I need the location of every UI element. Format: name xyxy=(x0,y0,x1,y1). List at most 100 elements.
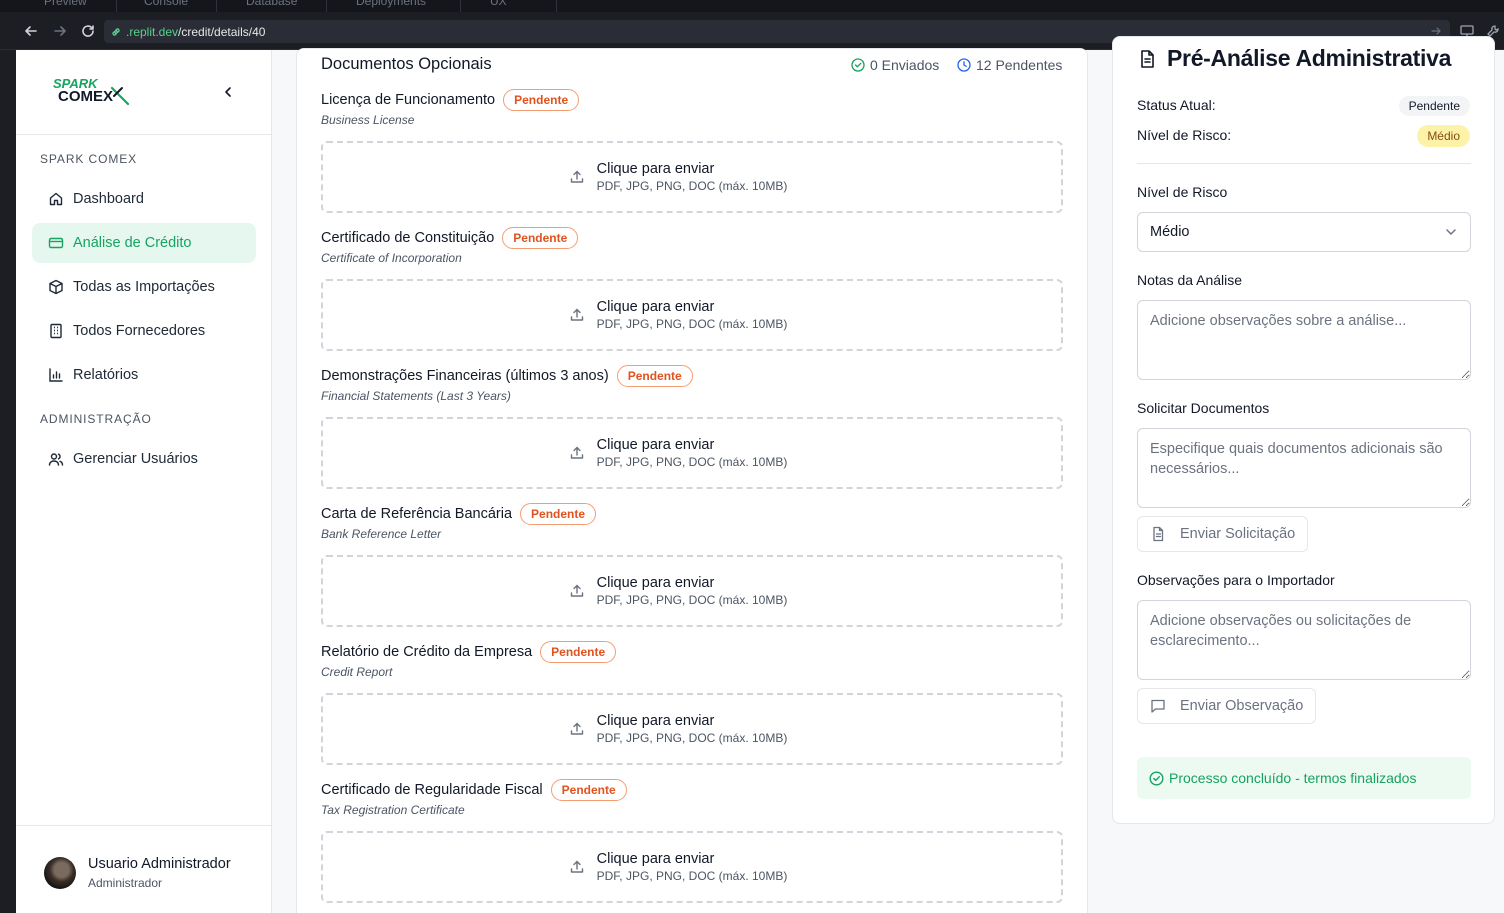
app-root: SPARK COMEX SPARK COMEX Dashboard Anális… xyxy=(16,36,1504,913)
upload-icon xyxy=(570,308,583,321)
upload-dropzone[interactable]: Clique para enviar PDF, JPG, PNG, DOC (má… xyxy=(321,417,1063,489)
observations-textarea[interactable] xyxy=(1137,600,1471,680)
tab-database[interactable]: Database xyxy=(246,0,297,12)
upload-hint: PDF, JPG, PNG, DOC (máx. 10MB) xyxy=(596,869,788,883)
request-documents-textarea[interactable] xyxy=(1137,428,1471,508)
logo-area: SPARK COMEX xyxy=(16,50,272,135)
sidebar-item-label: Todos Fornecedores xyxy=(73,323,206,339)
tab-console[interactable]: Console xyxy=(144,0,188,12)
sidebar-item-label: Dashboard xyxy=(73,191,144,207)
document-subtitle: Certificate of Incorporation xyxy=(321,251,462,265)
success-text: Processo concluído - termos finalizados xyxy=(1169,770,1417,786)
status-badge: Pendente xyxy=(616,365,693,387)
upload-text: Clique para enviar xyxy=(596,161,715,177)
arrow-right-icon xyxy=(54,26,66,36)
upload-dropzone[interactable]: Clique para enviar PDF, JPG, PNG, DOC (má… xyxy=(321,141,1063,213)
upload-hint: PDF, JPG, PNG, DOC (máx. 10MB) xyxy=(596,593,788,607)
upload-hint: PDF, JPG, PNG, DOC (máx. 10MB) xyxy=(596,317,788,331)
link-icon xyxy=(112,27,120,36)
upload-icon xyxy=(570,722,583,735)
document-name: Carta de Referência Bancária xyxy=(321,506,513,522)
risk-select-value: Médio xyxy=(1150,224,1190,240)
documents-card: Documentos Opcionais 0 Enviados 12 Pende… xyxy=(296,48,1088,913)
back-button[interactable] xyxy=(20,20,42,42)
tab-preview[interactable]: Preview xyxy=(44,0,87,12)
sent-label: 0 Enviados xyxy=(870,57,940,73)
risk-label: Nível de Risco: xyxy=(1137,127,1232,143)
sidebar-item-suppliers[interactable]: Todos Fornecedores xyxy=(32,311,256,351)
sidebar-item-users[interactable]: Gerenciar Usuários xyxy=(32,439,256,479)
send-request-label: Enviar Solicitação xyxy=(1180,526,1296,542)
status-badge: Pendente xyxy=(1398,96,1470,116)
sidebar-item-credit-analysis[interactable]: Análise de Crédito xyxy=(32,223,256,263)
sidebar-item-label: Todas as Importações xyxy=(73,279,215,295)
sidebar-item-imports[interactable]: Todas as Importações xyxy=(32,267,256,307)
pending-count: 12 Pendentes xyxy=(957,57,1062,73)
chevron-left-icon xyxy=(225,87,231,97)
risk-level-select[interactable]: Médio xyxy=(1137,212,1471,252)
section-label-admin: ADMINISTRAÇÃO xyxy=(40,412,152,426)
risk-select-label: Nível de Risco xyxy=(1137,184,1228,200)
upload-icon xyxy=(570,170,583,183)
upload-hint: PDF, JPG, PNG, DOC (máx. 10MB) xyxy=(596,731,788,745)
home-icon xyxy=(49,192,63,206)
status-badge: Pendente xyxy=(550,779,627,801)
divider xyxy=(1137,163,1471,164)
risk-badge: Médio xyxy=(1417,125,1470,147)
upload-dropzone[interactable]: Clique para enviar PDF, JPG, PNG, DOC (má… xyxy=(321,693,1063,765)
arrow-left-icon xyxy=(25,26,37,36)
spark-comex-logo[interactable]: SPARK COMEX xyxy=(52,74,132,108)
send-observation-button[interactable]: Enviar Observação xyxy=(1137,688,1317,724)
upload-dropzone[interactable]: Clique para enviar PDF, JPG, PNG, DOC (má… xyxy=(321,831,1063,903)
pending-label: 12 Pendentes xyxy=(976,57,1063,73)
document-item: Demonstrações Financeiras (últimos 3 ano… xyxy=(321,364,1063,502)
document-name: Demonstrações Financeiras (últimos 3 ano… xyxy=(321,368,609,384)
tab-deployments[interactable]: Deployments xyxy=(356,0,426,12)
sidebar: SPARK COMEX SPARK COMEX Dashboard Anális… xyxy=(16,50,272,913)
upload-text: Clique para enviar xyxy=(596,437,715,453)
pre-analysis-panel: Pré-Análise Administrativa Status Atual:… xyxy=(1112,36,1495,824)
upload-text: Clique para enviar xyxy=(596,575,715,591)
url-path: /credit/details/40 xyxy=(178,24,266,39)
document-name: Certificado de Constituição xyxy=(321,230,495,246)
status-badge: Pendente xyxy=(540,641,617,663)
upload-hint: PDF, JPG, PNG, DOC (máx. 10MB) xyxy=(596,455,788,469)
observations-label: Observações para o Importador xyxy=(1137,572,1335,588)
sent-count: 0 Enviados xyxy=(851,57,939,73)
section-label-main: SPARK COMEX xyxy=(40,152,138,166)
document-name: Certificado de Regularidade Fiscal xyxy=(321,782,543,798)
upload-text: Clique para enviar xyxy=(596,299,715,315)
notes-textarea[interactable] xyxy=(1137,300,1471,380)
tab-ux[interactable]: UX xyxy=(490,0,507,12)
avatar xyxy=(44,857,76,889)
building-icon xyxy=(50,323,62,339)
status-label: Status Atual: xyxy=(1137,97,1216,113)
ide-left-strip xyxy=(0,50,16,913)
notes-label: Notas da Análise xyxy=(1137,272,1243,288)
sidebar-item-label: Gerenciar Usuários xyxy=(73,451,198,467)
browser-tab-strip: Preview Console Database Deployments UX xyxy=(0,0,1504,12)
reload-icon xyxy=(82,25,94,37)
document-item: Relatório de Crédito da Empresa Pendente … xyxy=(321,640,1063,778)
document-subtitle: Financial Statements (Last 3 Years) xyxy=(321,389,511,403)
credit-card-icon xyxy=(48,237,64,249)
document-name: Relatório de Crédito da Empresa xyxy=(321,644,533,660)
clock-icon xyxy=(957,58,971,72)
panel-title-text: Pré-Análise Administrativa xyxy=(1167,45,1452,71)
reload-button[interactable] xyxy=(77,20,99,42)
sidebar-item-reports[interactable]: Relatórios xyxy=(32,355,256,395)
send-request-button[interactable]: Enviar Solicitação xyxy=(1137,516,1309,552)
check-circle-icon xyxy=(1149,770,1164,786)
tab-separator xyxy=(116,0,117,12)
status-badge: Pendente xyxy=(503,89,580,111)
bar-chart-icon xyxy=(49,368,63,382)
upload-dropzone[interactable]: Clique para enviar PDF, JPG, PNG, DOC (má… xyxy=(321,279,1063,351)
upload-text: Clique para enviar xyxy=(596,851,715,867)
user-profile[interactable]: Usuario Administrador Administrador xyxy=(16,825,272,913)
collapse-sidebar-button[interactable] xyxy=(218,82,238,102)
upload-dropzone[interactable]: Clique para enviar PDF, JPG, PNG, DOC (má… xyxy=(321,555,1063,627)
status-badge: Pendente xyxy=(502,227,579,249)
forward-button[interactable] xyxy=(49,20,71,42)
sidebar-item-dashboard[interactable]: Dashboard xyxy=(32,179,256,219)
message-square-icon xyxy=(1151,699,1165,713)
